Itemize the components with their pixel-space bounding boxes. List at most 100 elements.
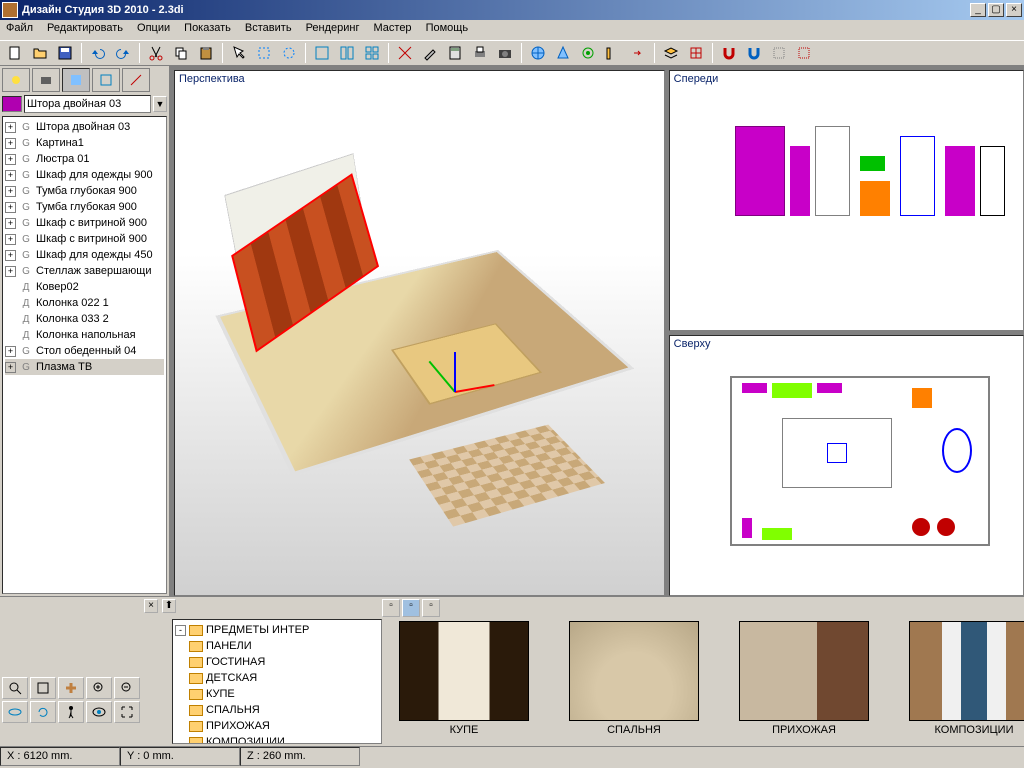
close-button[interactable]: × — [1006, 3, 1022, 17]
menu-show[interactable]: Показать — [184, 22, 231, 38]
expand-icon[interactable]: + — [5, 170, 16, 181]
tb-magnet1[interactable] — [718, 42, 740, 64]
viewport-top[interactable]: Сверху — [669, 335, 1024, 596]
expand-icon[interactable]: + — [5, 346, 16, 357]
tb-new[interactable] — [4, 42, 26, 64]
tree-item[interactable]: +GШкаф с витриной 900 — [5, 215, 164, 231]
nav-zoom-extents[interactable] — [2, 677, 28, 699]
tb-scissors[interactable] — [394, 42, 416, 64]
tb-grid[interactable] — [685, 42, 707, 64]
catalog-thumbnail[interactable]: КУПЕ — [394, 621, 534, 742]
tb-snap1[interactable] — [768, 42, 790, 64]
expand-icon[interactable]: + — [5, 250, 16, 261]
catalog-tree-item[interactable]: ПРИХОЖАЯ — [175, 718, 379, 734]
menu-edit[interactable]: Редактировать — [47, 22, 123, 38]
tb-ruler[interactable] — [602, 42, 624, 64]
object-selector[interactable]: Штора двойная 03 — [24, 95, 151, 113]
expand-icon[interactable]: - — [175, 625, 186, 636]
expand-icon[interactable] — [175, 721, 186, 732]
catalog-tree-item[interactable]: СПАЛЬНЯ — [175, 702, 379, 718]
tb-layer[interactable] — [660, 42, 682, 64]
nav-walk[interactable] — [58, 701, 84, 723]
expand-icon[interactable]: + — [5, 218, 16, 229]
tree-item[interactable]: +GШкаф с витриной 900 — [5, 231, 164, 247]
tree-item[interactable]: ДКолонка 033 2 — [5, 311, 164, 327]
viewmode-2[interactable]: ▫ — [402, 599, 420, 617]
nav-fit[interactable] — [114, 701, 140, 723]
expand-icon[interactable] — [5, 298, 16, 309]
catalog-tree-item[interactable]: ПАНЕЛИ — [175, 638, 379, 654]
tb-camera[interactable] — [494, 42, 516, 64]
expand-icon[interactable]: + — [5, 154, 16, 165]
tb-calc[interactable] — [444, 42, 466, 64]
expand-icon[interactable] — [175, 737, 186, 745]
expand-icon[interactable]: + — [5, 122, 16, 133]
mode-measure[interactable] — [122, 68, 150, 92]
catalog-thumbnail[interactable]: КОМПОЗИЦИИ — [904, 621, 1024, 742]
mode-materials[interactable] — [92, 68, 120, 92]
catalog-close[interactable]: × — [144, 599, 158, 613]
tb-globe[interactable] — [527, 42, 549, 64]
catalog-thumbnail[interactable]: ПРИХОЖАЯ — [734, 621, 874, 742]
expand-icon[interactable] — [175, 673, 186, 684]
tb-arrow[interactable] — [627, 42, 649, 64]
mode-camera[interactable] — [32, 68, 60, 92]
tb-rect[interactable] — [253, 42, 275, 64]
nav-look[interactable] — [86, 701, 112, 723]
menu-master[interactable]: Мастер — [374, 22, 412, 38]
menu-help[interactable]: Помощь — [426, 22, 469, 38]
tree-item[interactable]: ДКолонка 022 1 — [5, 295, 164, 311]
catalog-up[interactable]: ⬆ — [162, 599, 176, 613]
nav-zoom-out[interactable] — [114, 677, 140, 699]
tb-undo[interactable] — [87, 42, 109, 64]
catalog-tree[interactable]: -ПРЕДМЕТЫ ИНТЕРПАНЕЛИГОСТИНАЯДЕТСКАЯКУПЕ… — [172, 619, 382, 744]
tree-item[interactable]: +GТумба глубокая 900 — [5, 199, 164, 215]
expand-icon[interactable]: + — [5, 234, 16, 245]
tb-circle[interactable] — [278, 42, 300, 64]
expand-icon[interactable]: + — [5, 186, 16, 197]
menu-file[interactable]: Файл — [6, 22, 33, 38]
catalog-tree-item[interactable]: КОМПОЗИЦИИ — [175, 734, 379, 744]
tb-view4[interactable] — [361, 42, 383, 64]
tb-redo[interactable] — [112, 42, 134, 64]
expand-icon[interactable]: + — [5, 138, 16, 149]
tree-item[interactable]: ДКолонка напольная — [5, 327, 164, 343]
tb-knife[interactable] — [419, 42, 441, 64]
nav-rotate[interactable] — [30, 701, 56, 723]
tree-item[interactable]: +GСтол обеденный 04 — [5, 343, 164, 359]
viewport-perspective[interactable]: Перспектива — [174, 70, 665, 596]
menu-insert[interactable]: Вставить — [245, 22, 292, 38]
viewport-front[interactable]: Спереди — [669, 70, 1024, 331]
nav-zoom-in[interactable] — [86, 677, 112, 699]
minimize-button[interactable]: _ — [970, 3, 986, 17]
tb-cut[interactable] — [145, 42, 167, 64]
tb-target[interactable] — [577, 42, 599, 64]
catalog-tree-item[interactable]: ГОСТИНАЯ — [175, 654, 379, 670]
tb-copy[interactable] — [170, 42, 192, 64]
tb-snap2[interactable] — [793, 42, 815, 64]
expand-icon[interactable]: + — [5, 266, 16, 277]
scene-tree[interactable]: +GШтора двойная 03+GКартина1+GЛюстра 01+… — [2, 116, 167, 594]
tree-item[interactable]: +GШкаф для одежды 450 — [5, 247, 164, 263]
expand-icon[interactable] — [5, 330, 16, 341]
expand-icon[interactable] — [175, 689, 186, 700]
tb-save[interactable] — [54, 42, 76, 64]
tree-item[interactable]: +GЛюстра 01 — [5, 151, 164, 167]
tree-item[interactable]: +GСтеллаж завершающи — [5, 263, 164, 279]
tb-cone[interactable] — [552, 42, 574, 64]
expand-icon[interactable]: + — [5, 362, 16, 373]
tree-item[interactable]: +GПлазма ТВ — [5, 359, 164, 375]
selector-dropdown-arrow[interactable]: ▼ — [153, 96, 167, 112]
tree-item[interactable]: ДКовер02 — [5, 279, 164, 295]
viewmode-3[interactable]: ▫ — [422, 599, 440, 617]
mode-scene[interactable] — [62, 68, 90, 92]
tree-item[interactable]: +GШтора двойная 03 — [5, 119, 164, 135]
maximize-button[interactable]: ▢ — [988, 3, 1004, 17]
catalog-tree-item[interactable]: ДЕТСКАЯ — [175, 670, 379, 686]
expand-icon[interactable] — [175, 641, 186, 652]
menu-options[interactable]: Опции — [137, 22, 170, 38]
transform-gizmo[interactable] — [415, 351, 495, 431]
nav-zoom-window[interactable] — [30, 677, 56, 699]
tb-open[interactable] — [29, 42, 51, 64]
expand-icon[interactable] — [175, 705, 186, 716]
